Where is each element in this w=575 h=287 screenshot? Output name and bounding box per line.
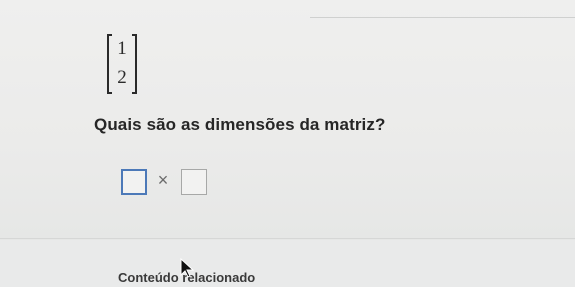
bottom-divider <box>0 238 575 239</box>
top-divider <box>310 17 575 18</box>
mouse-pointer-icon <box>180 258 195 278</box>
rows-answer-input[interactable] <box>121 169 147 195</box>
column-matrix: 1 2 <box>107 34 137 94</box>
question-text: Quais são as dimensões da matriz? <box>94 115 386 134</box>
exercise-panel: 1 2 Quais são as dimensões da matriz? × <box>0 0 575 240</box>
times-symbol: × <box>157 170 169 190</box>
matrix-right-bracket <box>132 34 137 94</box>
columns-answer-input[interactable] <box>181 169 207 195</box>
